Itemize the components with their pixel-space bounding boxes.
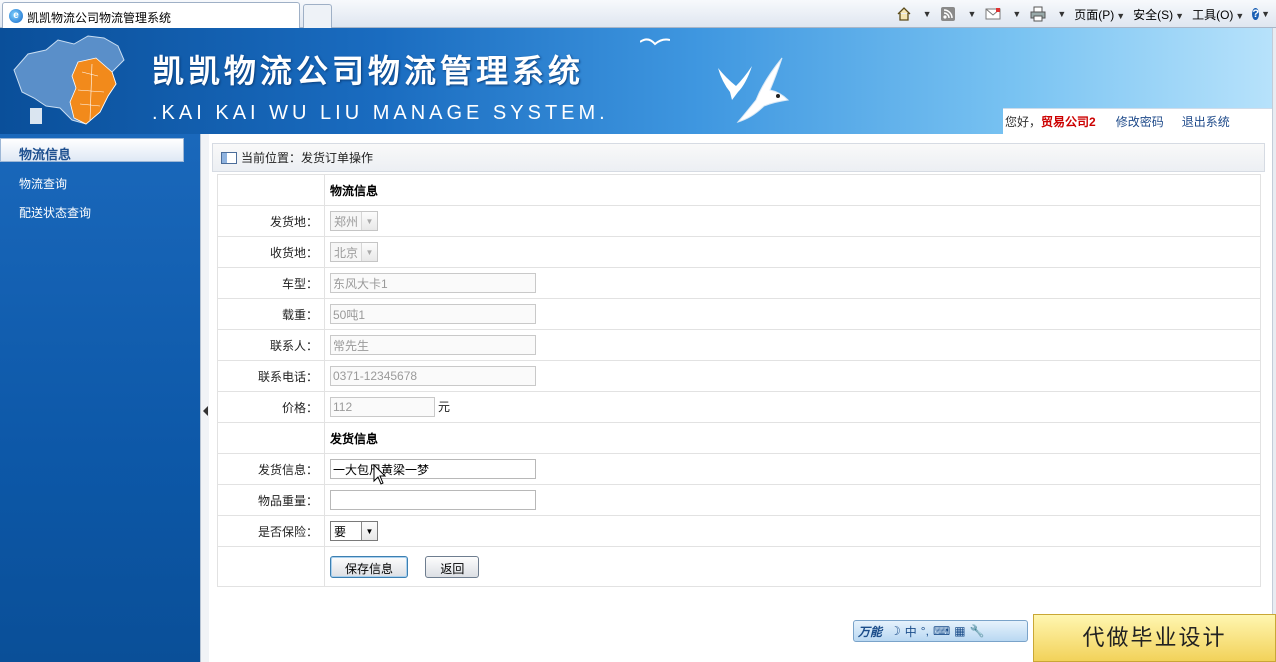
chevron-down-icon[interactable]: ▼ <box>1012 9 1021 19</box>
shipping-order-form: 物流信息 发货地： 郑州▼ 收货地： 北京▼ 车型： 载重： 联系人： 联系电话… <box>217 174 1261 587</box>
price-unit: 元 <box>438 400 451 414</box>
window-scrollbar[interactable] <box>1272 28 1276 662</box>
print-icon[interactable] <box>1029 6 1047 22</box>
location-icon <box>221 151 237 164</box>
username: 贸易公司2 <box>1041 115 1096 129</box>
section-title-shipping: 发货信息 <box>330 431 379 446</box>
contact-label: 联系人： <box>217 329 325 361</box>
mouse-cursor-icon <box>373 464 387 485</box>
chevron-down-icon: ▼ <box>361 243 378 261</box>
logout-link[interactable]: 退出系统 <box>1182 113 1230 130</box>
chevron-down-icon[interactable]: ▼ <box>923 9 932 19</box>
contact-input[interactable] <box>330 335 536 355</box>
destination-select[interactable]: 北京 ▼ <box>330 242 379 262</box>
phone-label: 联系电话： <box>217 360 325 392</box>
sidebar: 物流信息 物流查询 配送状态查询 <box>0 134 200 662</box>
origin-select[interactable]: 郑州 ▼ <box>330 211 379 231</box>
seagull-icon <box>640 38 670 46</box>
insurance-select[interactable]: 要 ▼ <box>330 521 378 541</box>
change-password-link[interactable]: 修改密码 <box>1116 113 1164 130</box>
price-input[interactable] <box>330 397 435 417</box>
ime-toolbar[interactable]: 万能 ☽ 中 °, ⌨ ▦ 🔧 <box>853 620 1028 642</box>
grid-icon[interactable]: ▦ <box>954 624 965 638</box>
sidebar-section-logistics[interactable]: 物流信息 <box>0 138 184 162</box>
save-button[interactable]: 保存信息 <box>330 555 409 578</box>
punctuation-icon[interactable]: °, <box>921 624 929 638</box>
tools-menu[interactable]: 工具(O) ▼ <box>1192 6 1244 23</box>
vehicle-type-input[interactable] <box>330 273 536 293</box>
breadcrumb: 当前位置：发货订单操作 <box>212 143 1265 172</box>
ad-banner[interactable]: 代做毕业设计 <box>1033 614 1276 662</box>
mail-icon[interactable] <box>984 6 1002 22</box>
command-bar: ▼ ▼ ▼ ▼ 页面(P) ▼ 安全(S) ▼ 工具(O) ▼ ? ▼ <box>895 4 1270 24</box>
origin-label: 发货地： <box>217 205 325 237</box>
sidebar-item-delivery-status[interactable]: 配送状态查询 <box>19 204 91 221</box>
section-title-logistics: 物流信息 <box>330 183 379 198</box>
load-input[interactable] <box>330 304 536 324</box>
moon-icon[interactable]: ☽ <box>890 624 901 638</box>
ie-icon: e <box>9 9 23 23</box>
chevron-down-icon: ▼ <box>361 522 377 540</box>
seagull-icon <box>736 57 790 123</box>
weight-input[interactable] <box>330 490 536 510</box>
destination-label: 收货地： <box>217 236 325 268</box>
browser-tab-title: 凯凯物流公司物流管理系统 <box>27 11 172 25</box>
vehicle-type-label: 车型： <box>217 267 325 299</box>
banner-subtitle: .KAI KAI WU LIU MANAGE SYSTEM. <box>152 102 609 124</box>
phone-input[interactable] <box>330 366 536 386</box>
shipping-info-label: 发货信息： <box>217 453 325 485</box>
browser-tab[interactable]: e 凯凯物流公司物流管理系统 <box>2 2 300 28</box>
collapse-arrow-icon[interactable] <box>203 406 208 416</box>
keyboard-icon[interactable]: ⌨ <box>933 624 950 638</box>
insurance-label: 是否保险： <box>217 515 325 547</box>
back-button[interactable]: 返回 <box>425 555 480 578</box>
sidebar-item-logistics-query[interactable]: 物流查询 <box>19 175 67 192</box>
price-label: 价格： <box>217 391 325 423</box>
shipping-info-input[interactable] <box>330 459 536 479</box>
chevron-down-icon[interactable]: ▼ <box>967 9 976 19</box>
user-bar: 您好， 贸易公司2 修改密码 退出系统 <box>1003 108 1272 134</box>
wrench-icon[interactable]: 🔧 <box>970 624 985 638</box>
breadcrumb-text: 当前位置：发货订单操作 <box>241 151 374 165</box>
page-menu[interactable]: 页面(P) ▼ <box>1074 6 1125 23</box>
banner-title: 凯凯物流公司物流管理系统 <box>152 53 585 89</box>
greeting: 您好， <box>1005 115 1042 129</box>
home-icon[interactable] <box>895 6 913 22</box>
help-menu[interactable]: ? ▼ <box>1252 6 1270 22</box>
china-map-icon <box>13 35 125 125</box>
help-icon: ? <box>1252 8 1260 20</box>
weight-label: 物品重量： <box>217 484 325 516</box>
load-label: 载重： <box>217 298 325 330</box>
ime-language[interactable]: 中 <box>905 623 917 640</box>
chevron-down-icon[interactable]: ▼ <box>1057 9 1066 19</box>
chevron-down-icon: ▼ <box>361 212 378 230</box>
safety-menu[interactable]: 安全(S) ▼ <box>1133 6 1184 23</box>
sidebar-splitter[interactable] <box>200 134 209 662</box>
rss-icon[interactable] <box>939 6 957 22</box>
new-tab-button[interactable] <box>303 4 332 28</box>
ime-brand: 万能 <box>858 624 883 639</box>
browser-toolbar: e 凯凯物流公司物流管理系统 ▼ ▼ ▼ ▼ 页面(P) ▼ 安全(S) ▼ 工具(… <box>0 0 1276 28</box>
